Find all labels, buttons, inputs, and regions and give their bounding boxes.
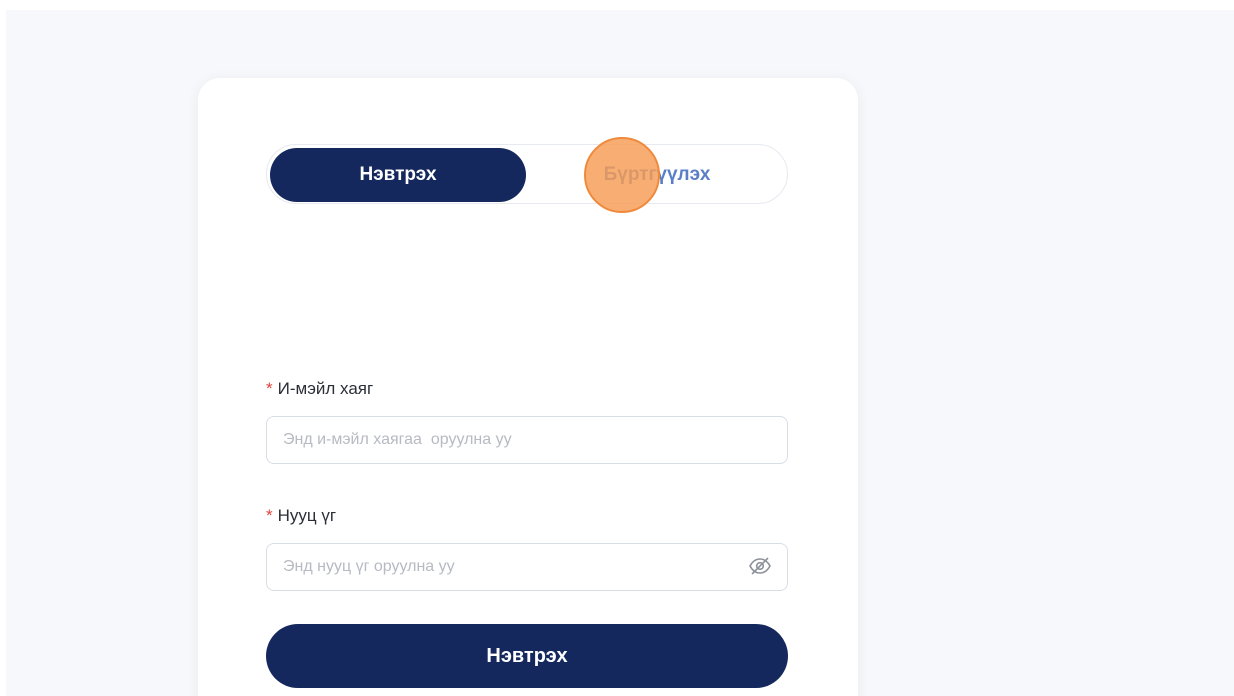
eye-off-icon[interactable] <box>748 556 772 576</box>
password-field[interactable] <box>266 543 788 591</box>
email-label: * И-мэйл хаяг <box>266 379 373 399</box>
tab-login[interactable]: Нэвтрэх <box>270 148 526 202</box>
email-label-text: И-мэйл хаяг <box>277 379 374 398</box>
password-label-text: Нууц үг <box>277 506 337 525</box>
required-asterisk: * <box>266 506 273 525</box>
password-label: * Нууц үг <box>266 506 336 526</box>
tab-register[interactable]: Бүртгүүлэх <box>529 148 785 202</box>
auth-tab-switch: Нэвтрэх Бүртгүүлэх <box>266 144 788 204</box>
login-submit-button[interactable]: Нэвтрэх <box>266 624 788 688</box>
email-field[interactable] <box>266 416 788 464</box>
required-asterisk: * <box>266 379 273 398</box>
